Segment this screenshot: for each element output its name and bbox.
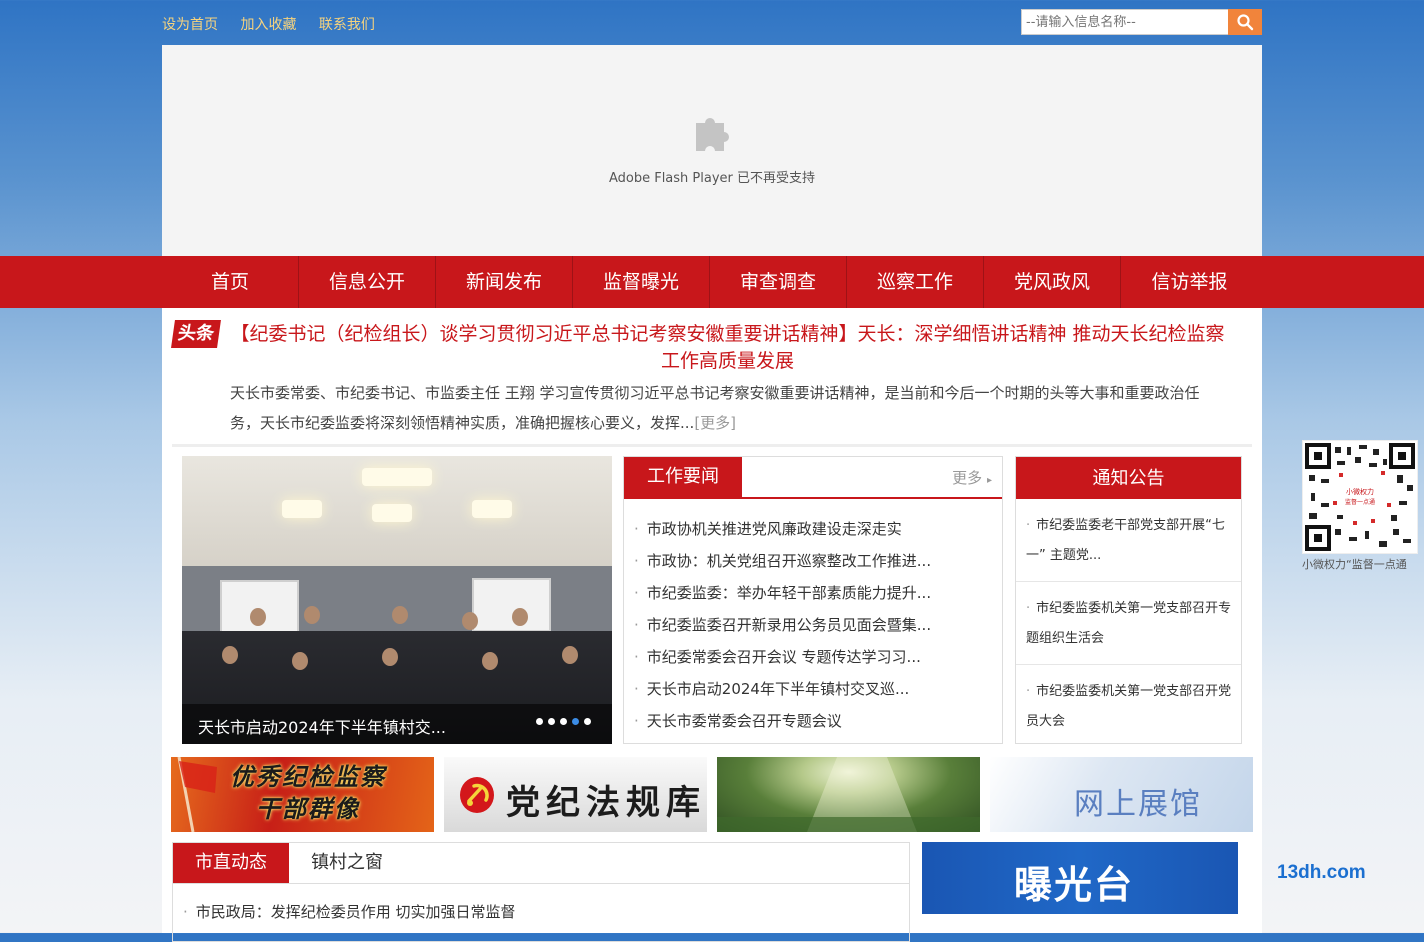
add-favorite-link[interactable]: 加入收藏 [240, 17, 296, 33]
nav-item-investigation[interactable]: 审查调查 [710, 256, 847, 308]
slide-dot-active[interactable] [572, 718, 579, 725]
arrow-right-icon: ▸ [986, 475, 992, 486]
notice-item[interactable]: 市纪委监委机关第一党支部召开党员大会 [1016, 665, 1241, 747]
slide-dots [536, 718, 591, 725]
banner-party-regulations[interactable]: 党纪法规库 [444, 757, 707, 832]
slide-light [472, 500, 512, 518]
work-news-title[interactable]: 工作要闻 [624, 457, 742, 497]
list-item[interactable]: 市纪委常委会召开会议 专题传达学习习... [634, 641, 994, 673]
forest-scene [717, 757, 980, 832]
qr-code: 小微权力 监督一点通 [1302, 440, 1418, 554]
exposure-title: 曝光台 [1014, 863, 1135, 907]
watermark: 13dh.com [1277, 862, 1366, 883]
banner-text: 网上展馆 [1074, 787, 1202, 822]
party-emblem-icon [460, 777, 494, 813]
banner-forest-image[interactable] [717, 757, 980, 832]
nav-item-petition[interactable]: 信访举报 [1121, 256, 1258, 308]
flash-unsupported-text: Adobe Flash Player 已不再受支持 [608, 171, 816, 186]
notice-item[interactable]: 市纪委监委机关第一党支部召开专题组织生活会 [1016, 582, 1241, 665]
headline-title[interactable]: 【纪委书记（纪检组长）谈学习贯彻习近平总书记考察安徽重要讲话精神】天长：深学细悟… [230, 321, 1225, 375]
headline-more-link[interactable]: [更多] [694, 414, 736, 432]
slide-person [562, 646, 578, 664]
nav-item-inspection[interactable]: 巡察工作 [847, 256, 984, 308]
list-item[interactable]: 市纪委监委：举办年轻干部素质能力提升... [634, 577, 994, 609]
work-news-list: 市政协机关推进党风廉政建设走深走实 市政协：机关党组召开巡察整改工作推进... … [634, 513, 994, 737]
work-news-panel: 工作要闻 更多 ▸ 市政协机关推进党风廉政建设走深走实 市政协：机关党组召开巡察… [623, 456, 1003, 744]
slide-person [382, 648, 398, 666]
list-item[interactable]: 天长市委常委会召开专题会议 [634, 705, 994, 737]
slide-dot[interactable] [548, 718, 555, 725]
tab-divider [173, 883, 909, 884]
photo-slider[interactable]: 天长市启动2024年下半年镇村交... [182, 456, 612, 744]
banner-online-exhibition[interactable]: 网上展馆 [990, 757, 1253, 832]
slide-light [282, 500, 322, 518]
slide-person [304, 606, 320, 624]
flash-banner: Adobe Flash Player 已不再受支持 [162, 45, 1262, 256]
tab-underline [624, 497, 1002, 499]
work-news-more-link[interactable]: 更多 ▸ [952, 467, 992, 488]
qr-caption: 小微权力“监督一点通 [1302, 558, 1407, 571]
svg-text:监督一点通: 监督一点通 [1345, 498, 1375, 506]
banner-excellent-cadres[interactable]: 优秀纪检监察干部群像 [171, 757, 434, 832]
slide-person [250, 608, 266, 626]
main-nav: 首页 信息公开 新闻发布 监督曝光 审查调查 巡察工作 党风政风 信访举报 [0, 256, 1424, 308]
divider [172, 444, 1252, 447]
list-item[interactable]: 市政协机关推进党风廉政建设走深走实 [634, 513, 994, 545]
set-homepage-link[interactable]: 设为首页 [162, 17, 218, 33]
nav-item-news-release[interactable]: 新闻发布 [436, 256, 573, 308]
more-label: 更多 [952, 469, 983, 487]
list-item[interactable]: 市政协：机关党组召开巡察整改工作推进... [634, 545, 994, 577]
notices-panel: 通知公告 市纪委监委老干部党支部开展“七一” 主题党... 市纪委监委机关第一党… [1015, 456, 1242, 744]
contact-us-link[interactable]: 联系我们 [319, 17, 375, 33]
headline-tag: 头条 [171, 320, 221, 348]
slide-dot[interactable] [536, 718, 543, 725]
headline-summary: 天长市委常委、市纪委书记、市监委主任 王翔 学习宣传贯彻习近平总书记考察安徽重要… [230, 378, 1222, 438]
slide-dot[interactable] [560, 718, 567, 725]
nav-item-party-conduct[interactable]: 党风政风 [984, 256, 1121, 308]
slide-person [482, 652, 498, 670]
nav-item-info-disclosure[interactable]: 信息公开 [299, 256, 436, 308]
nav-item-home[interactable]: 首页 [162, 256, 299, 308]
banner-text: 优秀纪检监察干部群像 [230, 763, 386, 823]
list-item[interactable]: 市民政局：发挥纪检委员作用 切实加强日常监督 [183, 901, 516, 922]
flag-decoration [177, 757, 217, 832]
search-icon [1237, 14, 1254, 31]
notice-item[interactable]: 市纪委监委老干部党支部开展“七一” 主题党... [1016, 499, 1241, 582]
banner-text: 党纪法规库 [506, 783, 706, 823]
list-item[interactable]: 天长市启动2024年下半年镇村交叉巡... [634, 673, 994, 705]
plugin-icon [696, 118, 729, 151]
tab-city-dynamics[interactable]: 市直动态 [173, 843, 289, 883]
notices-title[interactable]: 通知公告 [1016, 457, 1241, 499]
slide-light [362, 468, 432, 486]
search-input[interactable] [1021, 9, 1229, 35]
search-box [1021, 9, 1262, 35]
slide-person [292, 652, 308, 670]
slide-light [372, 504, 412, 522]
slide-screen-right [472, 578, 551, 632]
slide-person [222, 646, 238, 664]
city-news-panel: 市直动态 镇村之窗 市民政局：发挥纪检委员作用 切实加强日常监督 [172, 842, 910, 942]
slide-person [462, 612, 478, 630]
slide-screen-left [220, 580, 299, 634]
tab-town-village[interactable]: 镇村之窗 [289, 843, 405, 883]
slide-dot[interactable] [584, 718, 591, 725]
nav-item-supervision-exposure[interactable]: 监督曝光 [573, 256, 710, 308]
search-button[interactable] [1228, 9, 1262, 35]
exposure-platform-banner[interactable]: 曝光台 [922, 842, 1238, 914]
slide-person [392, 606, 408, 624]
top-links: 设为首页 加入收藏 联系我们 [162, 14, 393, 34]
slide-person [512, 608, 528, 626]
list-item[interactable]: 市纪委监委召开新录用公务员见面会暨集... [634, 609, 994, 641]
qr-code-image: 小微权力 监督一点通 [1305, 443, 1415, 551]
slide-caption[interactable]: 天长市启动2024年下半年镇村交... [198, 714, 446, 738]
svg-text:小微权力: 小微权力 [1346, 487, 1374, 496]
